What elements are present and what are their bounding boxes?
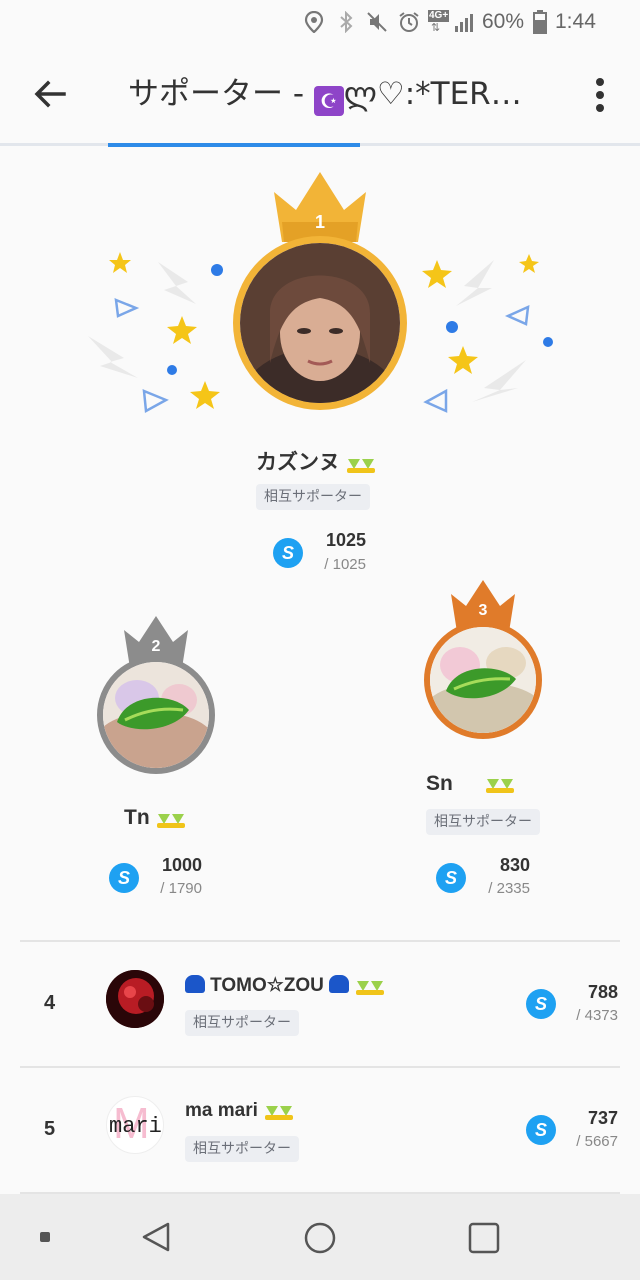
list-item[interactable]: 5 M mari ma mari 相互サポーター S 737 / 5667 [20,1068,620,1192]
more-options-icon[interactable] [588,78,612,112]
third-place-tag: 相互サポーター [426,809,540,835]
first-place-name-row: カズンヌ [256,446,377,476]
list-rank: 5 [44,1118,56,1140]
elephant-icon [185,975,205,993]
second-place-amount: 1000 [161,855,202,875]
list-name-row: ma mari [185,1100,295,1122]
list-amount: 788 [587,982,618,1002]
tab-active-indicator [108,143,360,147]
first-place-name: カズンヌ [256,451,340,474]
list-item[interactable]: 4 TOMO☆ZOU 相互サポーター S 788 / 4373 [20,942,620,1066]
mutual-badge-icon [486,779,514,793]
nav-home-icon[interactable] [303,1221,337,1255]
third-place-avatar[interactable] [424,621,542,739]
title-prefix: サポーター - [128,76,314,112]
elephant-icon [328,975,349,993]
system-nav-bar [0,1194,640,1280]
avatar-text: mari [109,1114,162,1139]
first-place-tag: 相互サポーター [256,484,370,510]
mutual-badge-icon [156,813,185,828]
mute-icon [367,12,387,32]
title-suffix: ლ♡:*TER… [343,76,522,112]
mutual-badge-icon [347,458,376,473]
bluetooth-icon [340,11,353,33]
list-name: TOMO☆ZOU [210,975,324,996]
list-avatar[interactable]: M mari [106,1096,164,1154]
list-name-row: TOMO☆ZOU [185,974,386,997]
list-tag: 相互サポーター [185,1136,299,1162]
list-tag: 相互サポーター [185,1010,299,1036]
moon-badge-icon: ☪ [313,86,344,116]
mutual-badge-icon [264,1105,293,1120]
first-place-total: / 1025 [324,556,366,573]
network-type-icon: 4G+ ⇅ [428,10,450,34]
nav-back-icon[interactable] [140,1221,172,1253]
battery-percent: 60% [482,10,525,33]
second-place-name: Tn [124,806,150,829]
third-place-total: / 2335 [488,880,530,897]
first-place-avatar[interactable] [233,236,407,410]
second-place-total: / 1790 [160,880,202,897]
alarm-icon [399,12,419,32]
list-amount: 737 [587,1108,618,1128]
list-name: ma mari [185,1100,258,1121]
status-bar: 4G+ ⇅ 60% 1:44 [0,0,640,44]
list-total: / 5667 [576,1133,618,1150]
rank-1-label: 1 [314,212,325,232]
third-place-name: Sn [426,772,453,795]
clock: 1:44 [555,10,596,33]
list-total: / 4373 [576,1007,618,1024]
third-place-amount: 830 [499,855,530,875]
first-place-amount: 1025 [325,530,366,550]
nav-recents-icon[interactable] [467,1221,501,1255]
rank-3-label: 3 [478,602,488,619]
page-title: サポーター - ☪ ლ♡:*TER… [128,70,558,118]
battery-icon [533,10,547,34]
location-icon [304,11,324,33]
list-rank: 4 [44,992,56,1014]
third-place-name-row: Sn [426,772,556,796]
rank-2-label: 2 [151,638,161,655]
nav-dot-icon[interactable] [40,1232,50,1242]
second-place-avatar[interactable] [97,656,215,774]
list-avatar[interactable] [106,970,164,1028]
signal-icon [455,14,473,32]
back-arrow-icon[interactable] [30,74,70,114]
mutual-badge-icon [356,980,385,995]
second-place-name-row: Tn [124,806,187,830]
